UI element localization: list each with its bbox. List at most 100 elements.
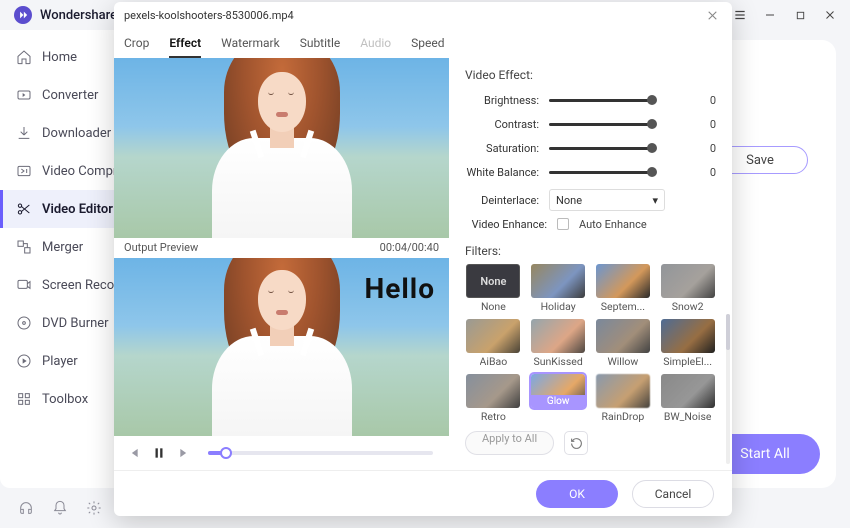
filter-thumb-raindrop[interactable] (596, 374, 650, 408)
filter-thumb-retro[interactable] (466, 374, 520, 408)
brightness-label: Brightness: (465, 94, 539, 107)
person-illustration (202, 258, 362, 436)
person-illustration (202, 58, 362, 238)
sidebar-item-label: DVD Burner (42, 316, 109, 331)
sidebar-item-label: Merger (42, 240, 83, 255)
whitebalance-label: White Balance: (465, 166, 539, 179)
converter-icon (16, 87, 32, 103)
pause-button[interactable] (148, 442, 170, 464)
filter-thumb-glow[interactable] (531, 374, 585, 408)
bell-icon[interactable] (52, 500, 68, 516)
filters-grid: NoneNone Holiday Septem... Snow2 AiBao S… (465, 264, 716, 423)
video-effect-title: Video Effect: (465, 68, 716, 82)
home-icon (16, 49, 32, 65)
saturation-value: 0 (676, 142, 716, 155)
tab-effect[interactable]: Effect (169, 32, 201, 54)
filters-title: Filters: (465, 244, 716, 258)
source-preview (114, 58, 449, 238)
modal-title: pexels-koolshooters-8530006.mp4 (124, 9, 702, 22)
contrast-row: Contrast: 0 (465, 112, 716, 136)
saturation-slider[interactable] (549, 147, 655, 150)
filter-name: BW_Noise (664, 410, 712, 423)
tab-crop[interactable]: Crop (124, 32, 149, 54)
app-logo-icon (14, 6, 32, 24)
compressor-icon (16, 163, 32, 179)
sidebar-item-label: Home (42, 50, 77, 65)
sidebar-item-label: Toolbox (42, 392, 88, 407)
filter-thumb-bwnoise[interactable] (661, 374, 715, 408)
brightness-row: Brightness: 0 (465, 88, 716, 112)
filters-scrollbar[interactable] (726, 314, 730, 464)
saturation-label: Saturation: (465, 142, 539, 155)
auto-enhance-label: Auto Enhance (579, 218, 647, 231)
tab-subtitle[interactable]: Subtitle (300, 32, 341, 54)
cancel-button[interactable]: Cancel (632, 480, 714, 508)
auto-enhance-checkbox[interactable] (557, 218, 569, 230)
whitebalance-row: White Balance: 0 (465, 160, 716, 184)
apply-row: Apply to All (465, 431, 716, 455)
modal-close-button[interactable] (702, 5, 722, 25)
modal-body: Output Preview 00:04/00:40 Hello Video E… (114, 58, 732, 470)
filter-name: AiBao (480, 355, 508, 368)
whitebalance-value: 0 (676, 166, 716, 179)
prev-frame-button[interactable] (122, 442, 144, 464)
settings-icon[interactable] (86, 500, 102, 516)
filter-name: RainDrop (601, 410, 644, 423)
deinterlace-label: Deinterlace: (465, 194, 539, 207)
filter-name: Retro (481, 410, 506, 423)
filter-name: Willow (607, 355, 638, 368)
sidebar-item-label: Video Editor (42, 202, 113, 217)
maximize-button[interactable] (786, 3, 814, 27)
merger-icon (16, 239, 32, 255)
seek-slider[interactable] (208, 451, 433, 455)
minimize-button[interactable] (756, 3, 784, 27)
filter-name: SunKissed (533, 355, 582, 368)
next-frame-button[interactable] (174, 442, 196, 464)
filter-thumb-sunkissed[interactable] (531, 319, 585, 353)
filter-thumb-holiday[interactable] (531, 264, 585, 298)
headphones-icon[interactable] (18, 500, 34, 516)
playback-controls (114, 436, 449, 470)
play-icon (16, 353, 32, 369)
timecode-label: 00:04/00:40 (380, 241, 439, 254)
filter-thumb-none[interactable]: None (466, 264, 520, 298)
sidebar-item-label: Downloader (42, 126, 111, 141)
close-button[interactable] (816, 3, 844, 27)
tab-speed[interactable]: Speed (411, 32, 444, 54)
hello-overlay-text: Hello (364, 272, 435, 305)
video-enhance-row: Video Enhance: Auto Enhance (465, 212, 716, 236)
scissors-icon (16, 201, 32, 217)
output-preview: Hello (114, 258, 449, 436)
tab-watermark[interactable]: Watermark (221, 32, 280, 54)
effect-modal: pexels-koolshooters-8530006.mp4 Crop Eff… (114, 2, 732, 516)
download-icon (16, 125, 32, 141)
modal-footer: OK Cancel (114, 470, 732, 516)
filter-thumb-september[interactable] (596, 264, 650, 298)
filter-name: SimpleEl... (663, 355, 712, 368)
tab-audio: Audio (360, 32, 391, 54)
deinterlace-value: None (556, 194, 582, 207)
filter-thumb-willow[interactable] (596, 319, 650, 353)
deinterlace-row: Deinterlace: None▾ (465, 188, 716, 212)
sidebar-item-label: Player (42, 354, 78, 369)
contrast-value: 0 (676, 118, 716, 131)
contrast-slider[interactable] (549, 123, 655, 126)
sidebar-item-label: Converter (42, 88, 98, 103)
ok-button[interactable]: OK (536, 480, 618, 508)
brightness-slider[interactable] (549, 99, 655, 102)
settings-column: Video Effect: Brightness: 0 Contrast: 0 … (449, 58, 732, 470)
output-preview-label: Output Preview (124, 241, 198, 254)
whitebalance-slider[interactable] (549, 171, 655, 174)
apply-to-all-button[interactable]: Apply to All (465, 431, 554, 455)
filter-name: Septem... (601, 300, 645, 313)
modal-tabs: Crop Effect Watermark Subtitle Audio Spe… (114, 28, 732, 58)
deinterlace-select[interactable]: None▾ (549, 189, 665, 211)
filter-name: Holiday (541, 300, 576, 313)
reset-button[interactable] (564, 431, 588, 455)
filter-thumb-simpleel[interactable] (661, 319, 715, 353)
recorder-icon (16, 277, 32, 293)
filter-thumb-snow2[interactable] (661, 264, 715, 298)
filter-thumb-aibao[interactable] (466, 319, 520, 353)
brightness-value: 0 (676, 94, 716, 107)
output-label-row: Output Preview 00:04/00:40 (114, 238, 449, 259)
